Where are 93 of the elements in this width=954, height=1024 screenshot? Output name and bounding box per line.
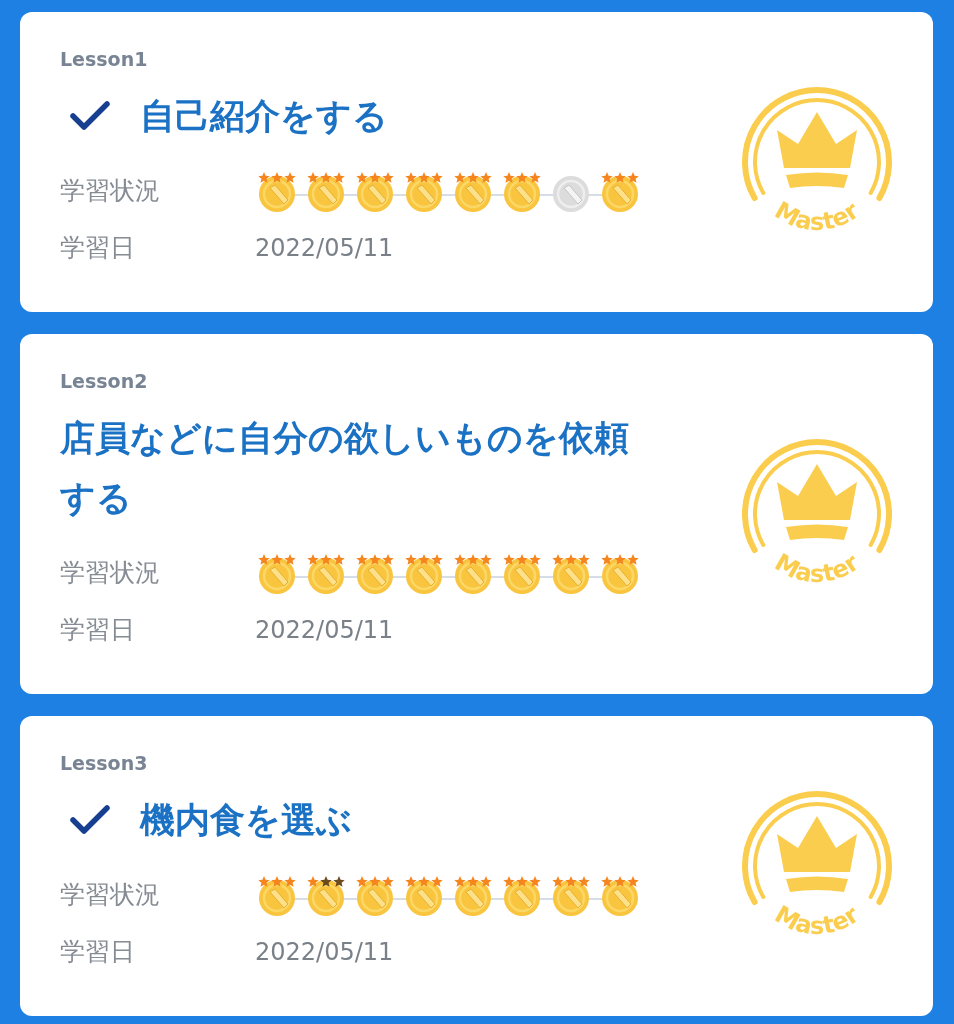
star-icon [320,875,332,887]
star-icon [480,875,492,887]
star-icon [418,875,430,887]
seal-label: Master [770,196,864,236]
star-icon [382,553,394,565]
seal-label: Master [770,900,864,940]
lesson-number: Lesson2 [60,370,149,392]
star-icon [516,875,528,887]
star-icon [467,875,479,887]
star-icon [333,875,345,887]
status-label: 学習状況 [60,557,161,589]
star-icon [320,553,332,565]
lesson-card[interactable]: Lesson2 店員などに自分の欲しいものを依頼する 学習状況 学習日 2022/05/11 Master [20,334,933,694]
star-icon [431,171,443,183]
status-label: 学習状況 [60,175,161,207]
crown-icon [777,464,857,540]
star-icon [529,553,541,565]
star-icon [627,875,639,887]
star-icon [333,171,345,183]
star-icon [480,553,492,565]
star-icon [369,875,381,887]
star-icon [320,171,332,183]
lesson-number: Lesson3 [60,752,149,774]
star-icon [431,553,443,565]
star-icon [382,875,394,887]
star-icon [454,171,466,183]
date-label: 学習日 [60,614,136,646]
star-icon [601,875,613,887]
star-icon [418,553,430,565]
star-icon [516,171,528,183]
star-icon [431,875,443,887]
star-icon [405,875,417,887]
star-icon [503,553,515,565]
star-icon [565,875,577,887]
crown-icon [777,816,857,892]
star-icon [627,171,639,183]
star-icon [418,171,430,183]
star-icon [271,553,283,565]
study-date: 2022/05/11 [255,615,394,644]
star-icon [601,171,613,183]
star-icon [578,875,590,887]
lesson-card[interactable]: Lesson3 機内食を選ぶ 学習状況 学習日 2022/05/11 Master [20,716,933,1016]
seal-label: Master [770,548,864,588]
star-icon [578,553,590,565]
star-icon [405,171,417,183]
star-icon [516,553,528,565]
crown-icon [777,112,857,188]
star-icon [552,875,564,887]
lesson-number: Lesson1 [60,48,149,70]
star-icon [565,553,577,565]
star-icon [333,553,345,565]
star-icon [480,171,492,183]
star-icon [467,171,479,183]
star-icon [454,875,466,887]
star-icon [614,875,626,887]
date-label: 学習日 [60,936,136,968]
study-date: 2022/05/11 [255,233,394,262]
star-icon [258,553,270,565]
star-icon [307,875,319,887]
star-icon [382,171,394,183]
star-icon [284,553,296,565]
star-icon [258,171,270,183]
star-icon [369,553,381,565]
star-icon [467,553,479,565]
status-label: 学習状況 [60,879,161,911]
star-icon [627,553,639,565]
star-icon [271,171,283,183]
star-icon [614,553,626,565]
star-icon [271,875,283,887]
star-icon [307,171,319,183]
lesson-title: 自己紹介をする [140,95,388,138]
star-icon [356,171,368,183]
star-icon [529,171,541,183]
study-date: 2022/05/11 [255,937,394,966]
star-icon [529,875,541,887]
star-icon [601,553,613,565]
lesson-card[interactable]: Lesson1 自己紹介をする 学習状況 学習日 2022/05/11 Master [20,12,933,312]
lesson-title: 店員などに自分の欲しいものを依頼する [60,417,630,520]
star-icon [356,553,368,565]
star-icon [258,875,270,887]
star-icon [614,171,626,183]
date-label: 学習日 [60,232,136,264]
star-icon [307,553,319,565]
lesson-title: 機内食を選ぶ [140,799,352,842]
star-icon [356,875,368,887]
star-icon [284,875,296,887]
star-icon [369,171,381,183]
star-icon [552,553,564,565]
star-icon [405,553,417,565]
star-icon [284,171,296,183]
star-icon [503,171,515,183]
star-icon [503,875,515,887]
star-icon [454,553,466,565]
